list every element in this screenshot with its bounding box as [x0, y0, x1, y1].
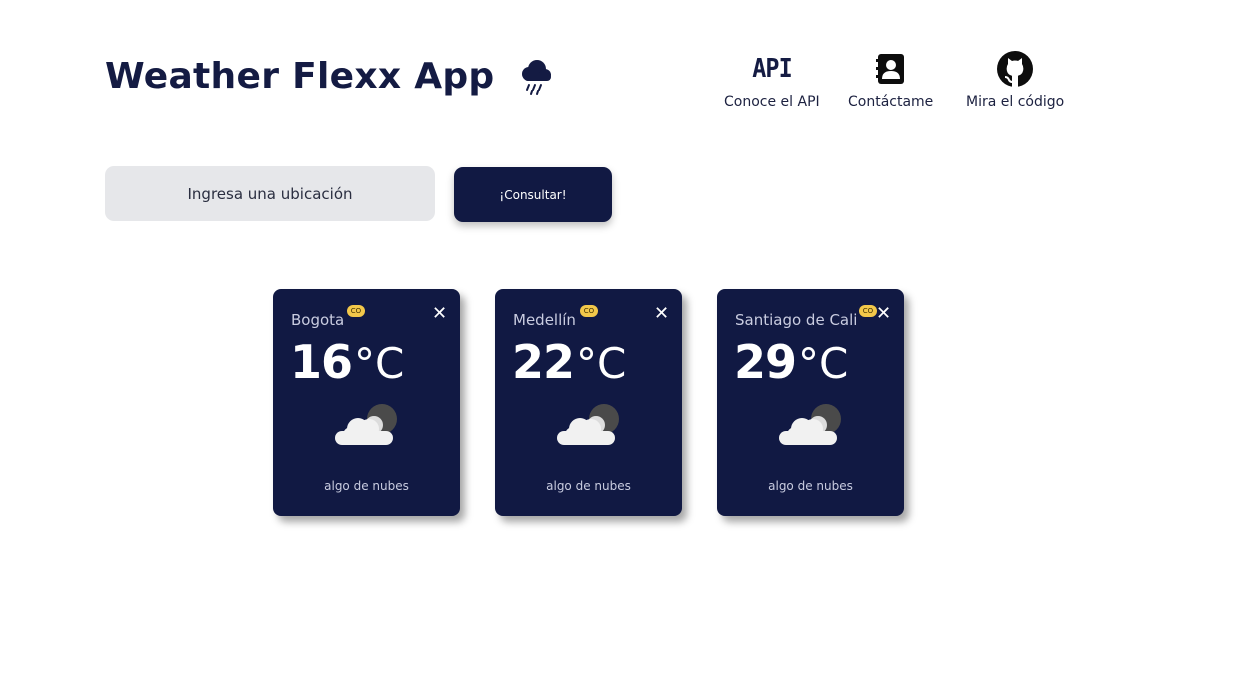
weather-card: Bogota CO ✕ 16 °C algo de nubes	[273, 289, 460, 516]
city-name: Medellín	[513, 311, 576, 329]
temperature: 22 °C	[512, 335, 626, 389]
nav-item-contact[interactable]: Contáctame	[848, 50, 933, 110]
country-badge: CO	[347, 305, 365, 317]
city-name: Bogota	[291, 311, 345, 329]
weather-description: algo de nubes	[546, 479, 631, 493]
nav-label-code: Mira el código	[966, 94, 1065, 110]
temperature: 29 °C	[734, 335, 848, 389]
temperature-unit: °C	[354, 339, 405, 388]
brand: Weather Flexx App	[105, 56, 555, 97]
weather-description: algo de nubes	[324, 479, 409, 493]
temperature-value: 29	[734, 335, 797, 389]
weather-card: Santiago de Cali CO ✕ 29 °C algo de nube…	[717, 289, 904, 516]
nav-label-contact: Contáctame	[848, 94, 934, 110]
github-icon	[996, 50, 1034, 88]
temperature-value: 22	[512, 335, 575, 389]
close-icon[interactable]: ✕	[876, 303, 891, 324]
nav-label-api: Conoce el API	[724, 94, 820, 110]
app-title: Weather Flexx App	[105, 56, 495, 97]
temperature-unit: °C	[798, 339, 849, 388]
nav-item-code[interactable]: Mira el código	[966, 50, 1064, 110]
city-name: Santiago de Cali	[735, 311, 858, 329]
consult-button[interactable]: ¡Consultar!	[454, 167, 612, 222]
nav-item-api[interactable]: API Conoce el API	[724, 50, 820, 110]
rain-cloud-icon	[515, 57, 555, 97]
temperature-unit: °C	[576, 339, 627, 388]
temperature: 16 °C	[290, 335, 404, 389]
weather-description: algo de nubes	[768, 479, 853, 493]
api-icon: API	[752, 54, 792, 84]
close-icon[interactable]: ✕	[654, 303, 669, 324]
weather-card: Medellín CO ✕ 22 °C algo de nubes	[495, 289, 682, 516]
temperature-value: 16	[290, 335, 353, 389]
contact-book-icon	[875, 50, 907, 88]
partly-cloudy-night-icon	[333, 401, 403, 449]
partly-cloudy-night-icon	[777, 401, 847, 449]
country-badge: CO	[859, 305, 877, 317]
country-badge: CO	[580, 305, 598, 317]
partly-cloudy-night-icon	[555, 401, 625, 449]
location-search-input[interactable]	[105, 166, 435, 221]
close-icon[interactable]: ✕	[432, 303, 447, 324]
